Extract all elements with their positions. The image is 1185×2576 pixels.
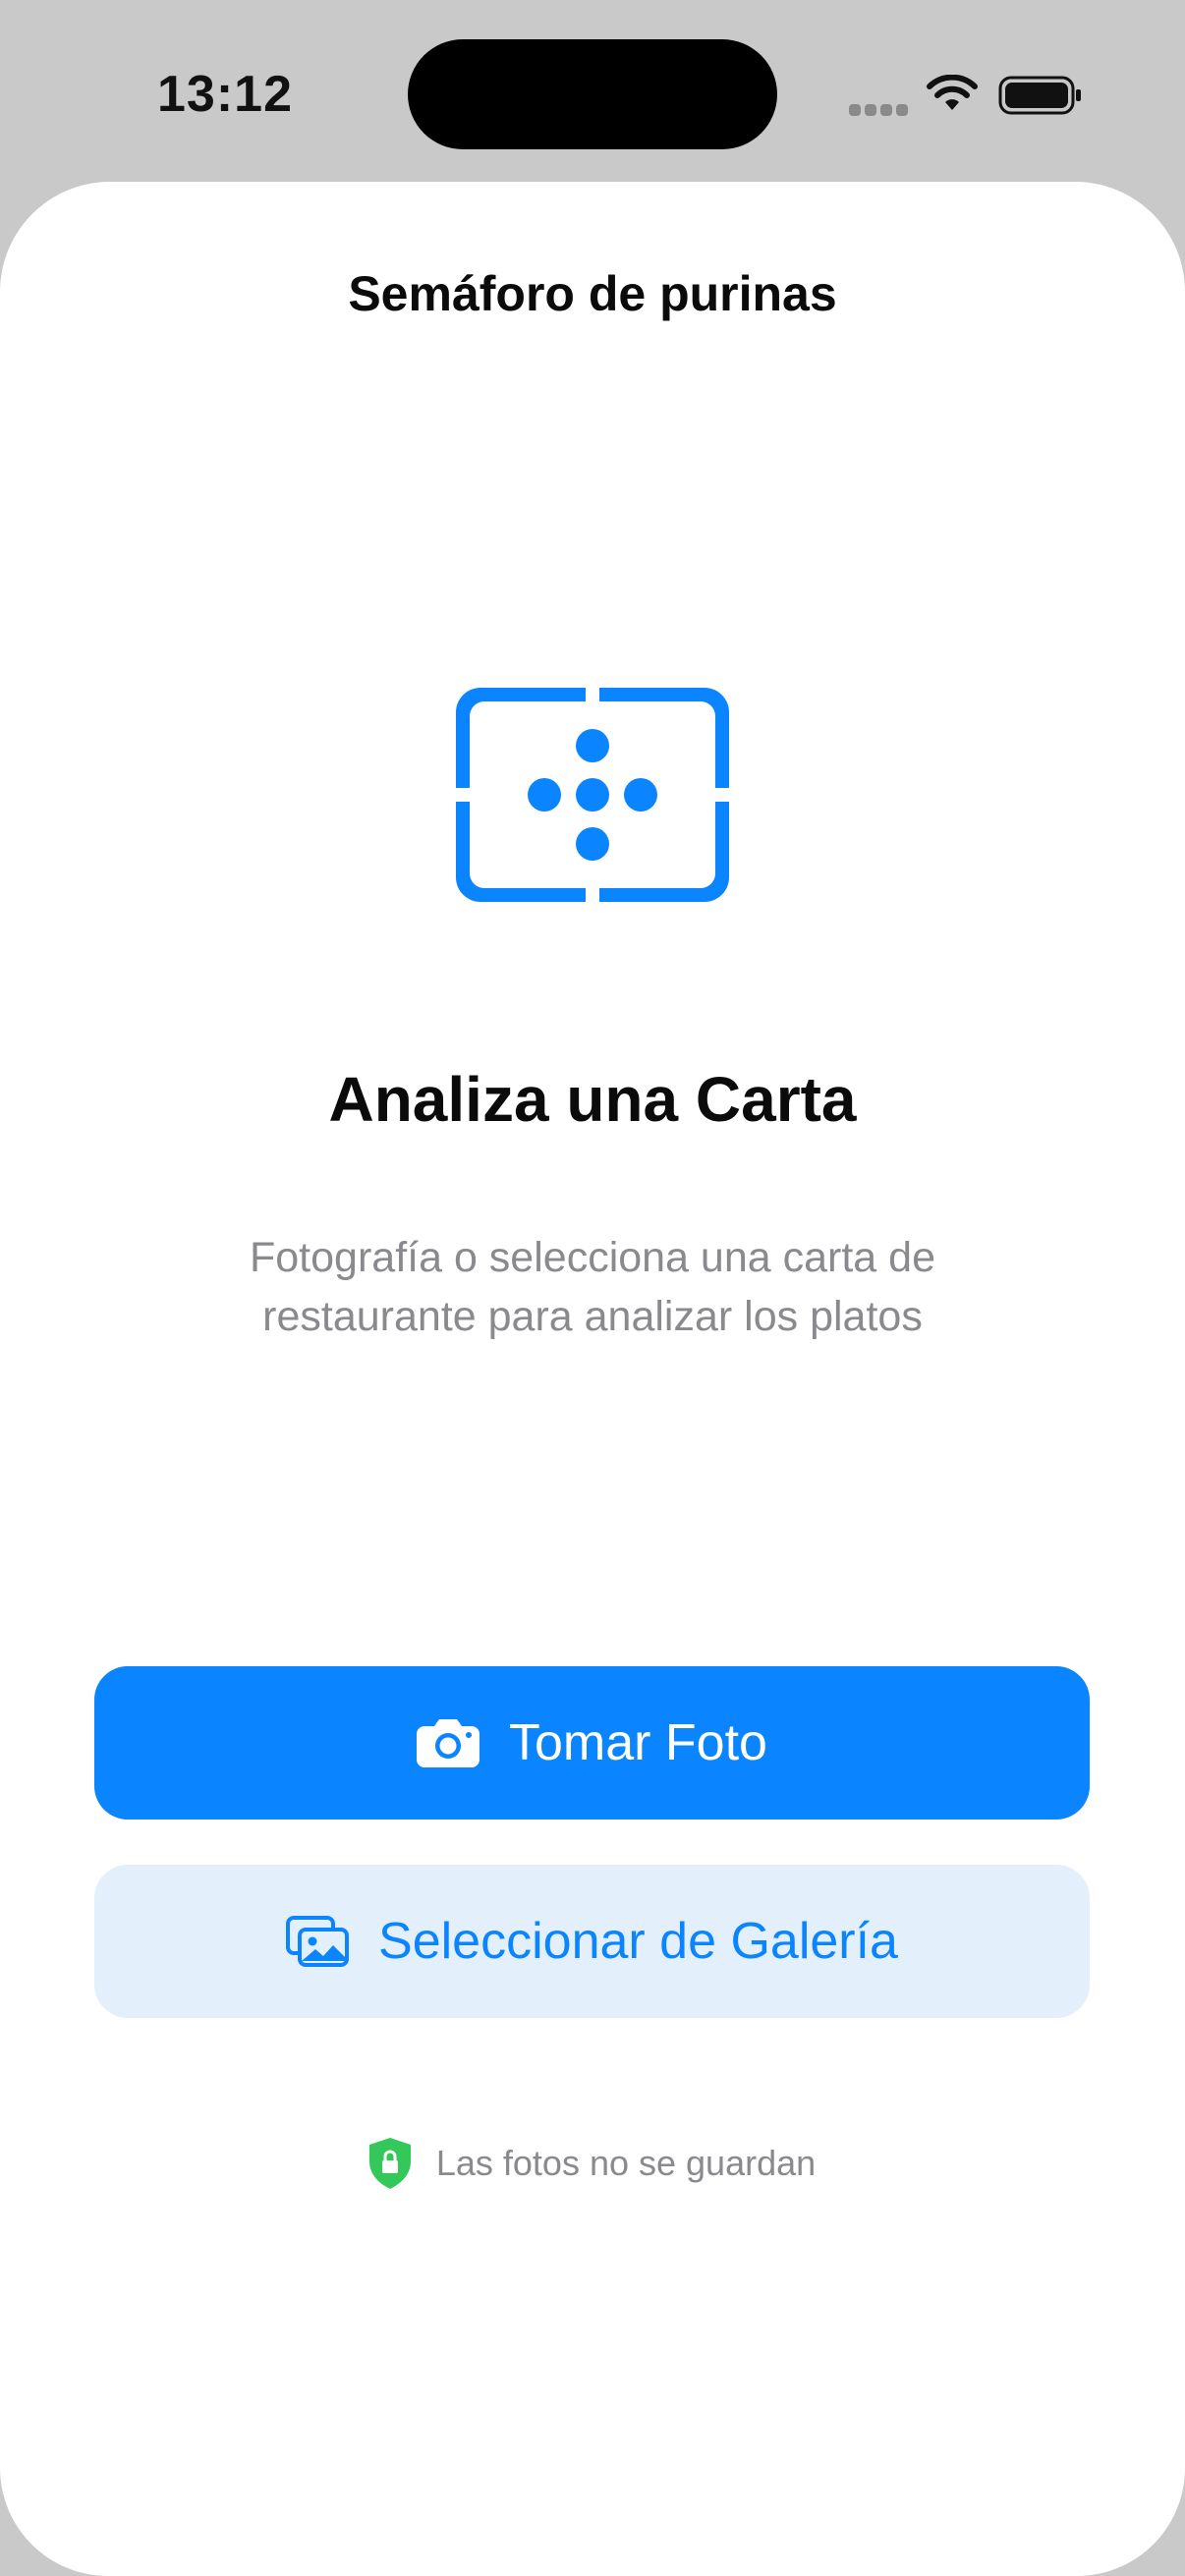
battery-icon — [998, 76, 1081, 115]
privacy-note: Las fotos no se guardan — [0, 2138, 1185, 2189]
take-photo-button[interactable]: Tomar Foto — [94, 1666, 1090, 1820]
subtitle-line-2: restaurante para analizar los platos — [262, 1293, 923, 1340]
photo-stack-icon — [286, 1916, 350, 1967]
headline: Analiza una Carta — [328, 1064, 857, 1135]
select-gallery-label: Seleccionar de Galería — [378, 1913, 898, 1970]
status-bar: 13:12 — [0, 0, 1185, 187]
dynamic-island — [408, 39, 777, 149]
take-photo-label: Tomar Foto — [509, 1714, 767, 1771]
lock-shield-icon — [368, 2138, 411, 2189]
subtitle: Fotografía o selecciona una carta de res… — [199, 1228, 986, 1346]
camera-icon — [417, 1719, 480, 1767]
cellular-signal-icon — [849, 104, 908, 116]
viewfinder-dots-icon — [456, 688, 729, 902]
select-gallery-button[interactable]: Seleccionar de Galería — [94, 1865, 1090, 2018]
wifi-icon — [927, 75, 978, 110]
nav-title: Semáforo de purinas — [348, 266, 837, 321]
subtitle-line-1: Fotografía o selecciona una carta de — [250, 1234, 935, 1281]
privacy-label: Las fotos no se guardan — [435, 2143, 817, 2183]
status-time: 13:12 — [157, 66, 293, 123]
main-sheet — [0, 182, 1185, 2576]
